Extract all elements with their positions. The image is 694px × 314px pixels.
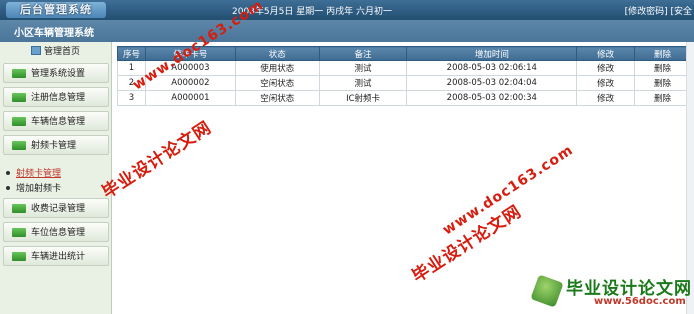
cell-time: 2008-05-03 02:06:14: [406, 60, 578, 76]
green-folder-icon: [12, 228, 26, 237]
green-folder-icon: [12, 141, 26, 150]
bullet-icon: [6, 186, 10, 190]
col-header-delete: 删除: [634, 46, 691, 61]
green-folder-icon: [12, 117, 26, 126]
delete-link[interactable]: 删除: [634, 90, 691, 106]
sub-header-bar: 小区车辆管理系统: [0, 20, 694, 42]
col-header-no: 序号: [117, 46, 146, 61]
cell-time: 2008-05-03 02:00:34: [406, 90, 578, 106]
cell-note: 测试: [318, 60, 408, 76]
delete-link[interactable]: 删除: [634, 75, 691, 91]
col-header-time: 增加时间: [406, 46, 578, 61]
edit-link[interactable]: 修改: [576, 60, 636, 76]
table-row: 1 A000003 使用状态 测试 2008-05-03 02:06:14 修改…: [117, 60, 691, 76]
col-header-note: 备注: [318, 46, 408, 61]
col-header-edit: 修改: [576, 46, 636, 61]
system-title: 小区车辆管理系统: [14, 28, 94, 39]
rfid-card-table: 序号 停车卡号 状态 备注 增加时间 修改 删除 1 A000003 使用状态 …: [117, 46, 691, 106]
cell-card: A000001: [144, 90, 236, 106]
menu-item-rfid-card[interactable]: 射频卡管理: [3, 135, 109, 155]
menu-item-vehicle-info[interactable]: 车辆信息管理: [3, 111, 109, 131]
green-folder-icon: [12, 204, 26, 213]
top-header-bar: 后台管理系统 2008年5月5日 星期一 丙戌年 六月初一 [修改密码] [安全: [0, 0, 694, 20]
edit-link[interactable]: 修改: [576, 75, 636, 91]
green-folder-icon: [12, 69, 26, 78]
sub-item-label: 增加射频卡: [16, 184, 62, 194]
menu-item-label: 管理系统设置: [31, 69, 86, 79]
menu-item-registration[interactable]: 注册信息管理: [3, 87, 109, 107]
sub-item-label: 射频卡管理: [16, 169, 62, 179]
table-row: 3 A000001 空闲状态 IC射频卡 2008-05-03 02:00:34…: [117, 90, 691, 106]
cell-note: 测试: [318, 75, 408, 91]
table-row: 2 A000002 空闲状态 测试 2008-05-03 02:04:04 修改…: [117, 75, 691, 91]
edit-link[interactable]: 修改: [576, 90, 636, 106]
menu-item-fee-records[interactable]: 收费记录管理: [3, 198, 109, 218]
sub-item-add-rfid[interactable]: 增加射频卡: [6, 181, 61, 194]
col-header-status: 状态: [234, 46, 320, 61]
delete-link[interactable]: 删除: [634, 60, 691, 76]
menu-item-label: 车辆信息管理: [31, 117, 86, 127]
top-links: [修改密码] [安全: [625, 4, 692, 17]
menu-item-label: 车位信息管理: [31, 228, 86, 238]
menu-item-system-settings[interactable]: 管理系统设置: [3, 63, 109, 83]
sidebar-home[interactable]: 管理首页: [0, 44, 111, 60]
cell-time: 2008-05-03 02:04:04: [406, 75, 578, 91]
bullet-icon: [6, 171, 10, 175]
menu-item-label: 射频卡管理: [31, 141, 77, 151]
app-logo: 后台管理系统: [6, 2, 106, 18]
brand-logo-icon: [530, 274, 564, 308]
brand-url: www.56doc.com: [594, 296, 686, 307]
menu-item-label: 收费记录管理: [31, 204, 86, 214]
cell-note: IC射频卡: [318, 90, 408, 106]
cell-status: 空闲状态: [234, 90, 320, 106]
cell-status: 使用状态: [234, 60, 320, 76]
computer-icon: [30, 46, 41, 55]
sidebar-home-label: 管理首页: [43, 47, 80, 57]
security-link[interactable]: [安全: [670, 7, 692, 17]
cell-status: 空闲状态: [234, 75, 320, 91]
sub-item-rfid-manage[interactable]: 射频卡管理: [6, 166, 61, 179]
menu-item-label: 注册信息管理: [31, 93, 86, 103]
green-folder-icon: [12, 93, 26, 102]
sidebar: 管理首页 管理系统设置 注册信息管理 车辆信息管理 射频卡管理 射频卡管理 增加…: [0, 42, 112, 314]
brand-watermark: 毕业设计论文网 www.56doc.com: [530, 272, 692, 312]
green-folder-icon: [12, 252, 26, 261]
menu-item-vehicle-stats[interactable]: 车辆进出统计: [3, 246, 109, 266]
change-password-link[interactable]: [修改密码]: [625, 7, 668, 17]
menu-item-label: 车辆进出统计: [31, 252, 86, 262]
cell-no: 3: [117, 90, 146, 106]
menu-item-parking-space[interactable]: 车位信息管理: [3, 222, 109, 242]
